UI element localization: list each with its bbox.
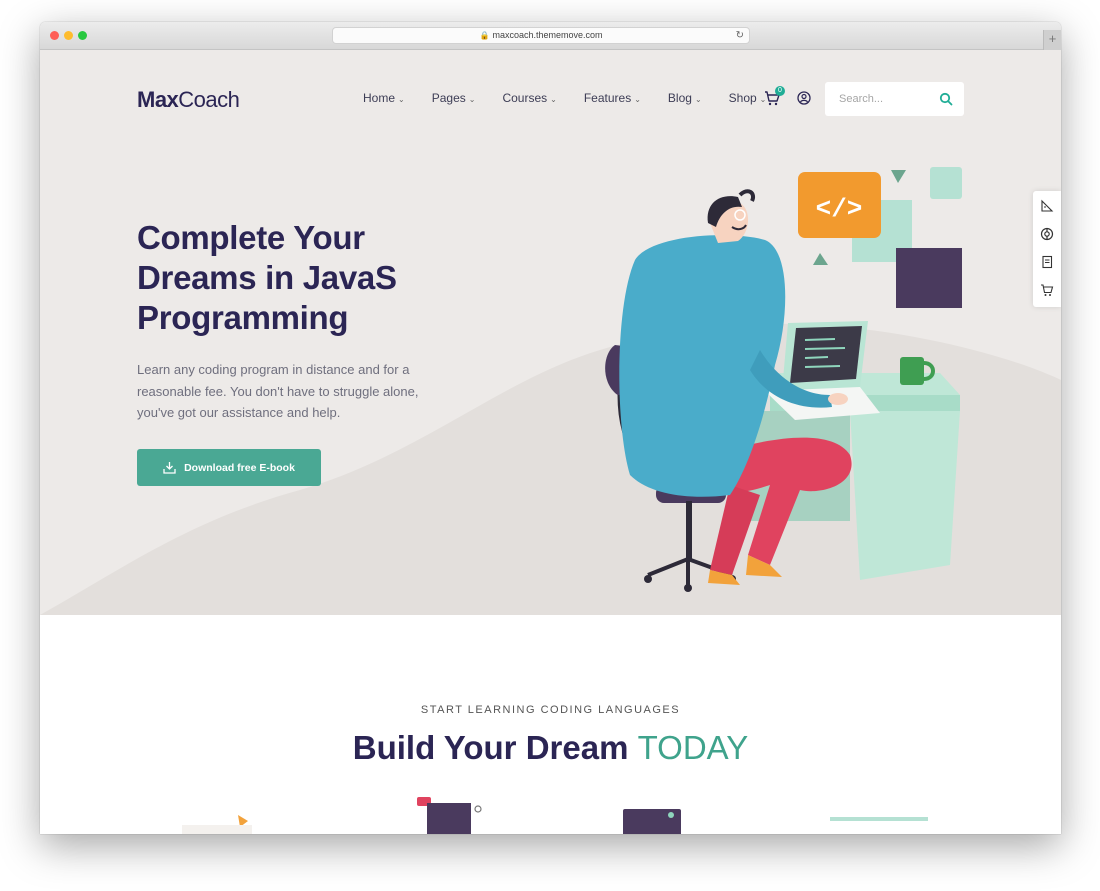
close-window-button[interactable] — [50, 31, 59, 40]
build-dream-section: START LEARNING CODING LANGUAGES Build Yo… — [40, 615, 1061, 834]
chevron-down-icon: ⌄ — [634, 95, 641, 104]
book-icon[interactable] — [1040, 255, 1054, 269]
side-toolbar — [1033, 191, 1061, 307]
ruler-icon[interactable] — [1040, 199, 1054, 213]
browser-window: 🔒 maxcoach.thememove.com ↻ + MaxCoach Hom… — [40, 22, 1061, 834]
nav-blog[interactable]: Blog ⌄ — [668, 91, 702, 105]
course-card-illustration — [830, 817, 928, 821]
maximize-window-button[interactable] — [78, 31, 87, 40]
nav-features[interactable]: Features ⌄ — [584, 91, 641, 105]
code-tag-label: </> — [816, 194, 863, 224]
chevron-down-icon: ⌄ — [694, 95, 702, 104]
course-card-illustration — [182, 815, 252, 834]
section-title: Build Your Dream TODAY — [352, 729, 749, 766]
minimize-window-button[interactable] — [64, 31, 73, 40]
address-bar[interactable]: 🔒 maxcoach.thememove.com ↻ — [332, 27, 750, 44]
url-text: maxcoach.thememove.com — [492, 30, 603, 40]
section-eyebrow: START LEARNING CODING LANGUAGES — [420, 704, 681, 716]
user-icon[interactable] — [797, 91, 811, 105]
course-card-illustration — [417, 797, 482, 834]
chevron-down-icon: ⌄ — [468, 95, 476, 104]
main-nav: Home ⌄ Pages ⌄ Courses ⌄ Features ⌄ Blog ⌄ Sh… — [363, 91, 793, 105]
cart-count-badge: 0 — [775, 86, 785, 96]
site-logo[interactable]: MaxCoach — [137, 87, 240, 113]
chevron-down-icon: ⌄ — [398, 95, 405, 104]
nav-pages[interactable]: Pages ⌄ — [432, 91, 476, 105]
support-icon[interactable] — [1040, 227, 1054, 241]
course-card-illustration — [623, 809, 681, 834]
download-icon — [163, 462, 176, 474]
browser-titlebar: 🔒 maxcoach.thememove.com ↻ + — [40, 22, 1061, 50]
hero-section: MaxCoach Home ⌄ Pages ⌄ Courses ⌄ Features ⌄… — [40, 50, 1061, 615]
hero-illustration: </> — [605, 167, 962, 592]
hero-title: Complete Your Dreams in JavaS Programmin… — [137, 219, 397, 336]
new-tab-button[interactable]: + — [1043, 30, 1061, 50]
download-ebook-button[interactable]: Download free E-book — [137, 449, 321, 486]
hero-description: Learn any coding program in distance and… — [137, 362, 419, 420]
lock-icon: 🔒 — [479, 31, 490, 40]
reload-icon[interactable]: ↻ — [736, 28, 744, 43]
cart-icon[interactable] — [1040, 283, 1054, 297]
nav-shop[interactable]: Shop ⌄ — [729, 91, 767, 105]
page: MaxCoach Home ⌄ Pages ⌄ Courses ⌄ Features ⌄… — [40, 50, 1061, 834]
nav-courses[interactable]: Courses ⌄ — [502, 91, 556, 105]
chevron-down-icon: ⌄ — [550, 95, 557, 104]
nav-home[interactable]: Home ⌄ — [363, 91, 405, 105]
search-icon[interactable] — [939, 92, 953, 106]
